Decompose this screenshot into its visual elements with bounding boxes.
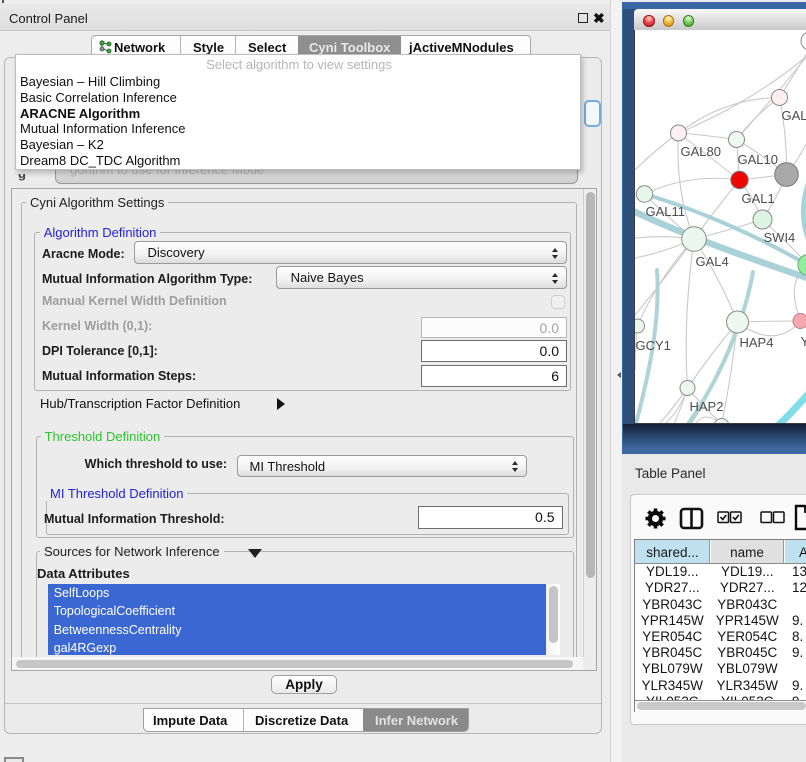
svg-text:SWI4: SWI4	[763, 230, 795, 245]
svg-text:GAL10: GAL10	[737, 152, 777, 167]
svg-text:GAL4: GAL4	[695, 254, 728, 269]
svg-text:GAL80: GAL80	[680, 144, 720, 159]
svg-text:HAP4: HAP4	[739, 335, 773, 350]
svg-text:Y: Y	[800, 334, 806, 349]
svg-text:GAL8: GAL8	[781, 108, 806, 123]
svg-text:GAL1: GAL1	[741, 191, 774, 206]
svg-text:GAL11: GAL11	[645, 204, 685, 219]
svg-text:GCY1: GCY1	[635, 338, 670, 353]
svg-text:HAP2: HAP2	[689, 399, 723, 414]
